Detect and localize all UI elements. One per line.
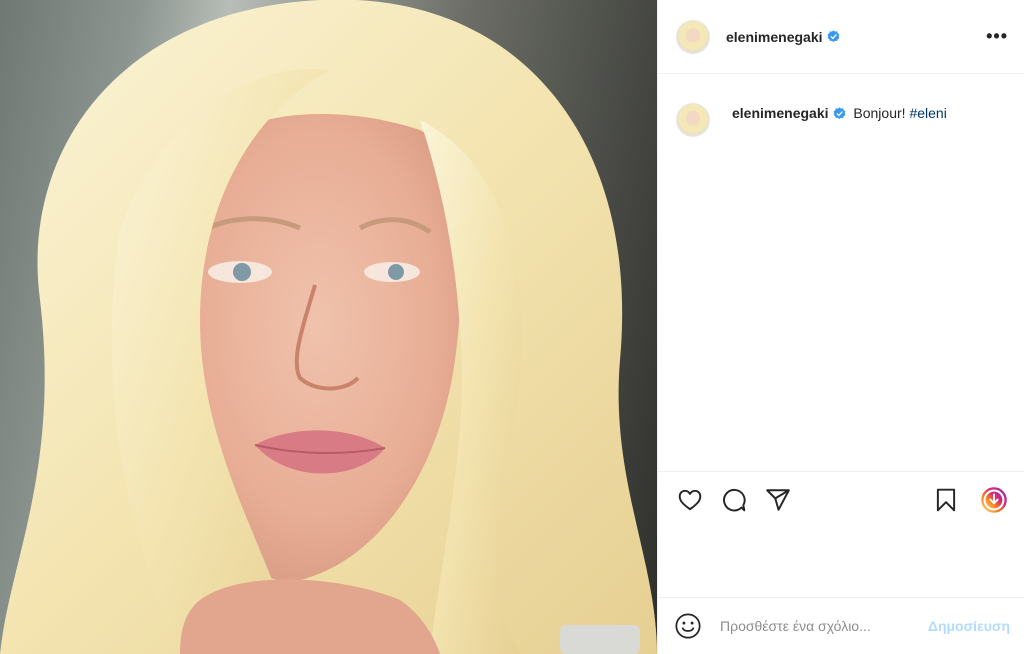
caption-avatar[interactable] xyxy=(676,103,710,137)
caption-body: Bonjour! xyxy=(853,105,906,121)
caption-text: elenimenegaki Bonjour! #eleni xyxy=(732,100,947,122)
caption-verified-badge-icon xyxy=(833,107,845,120)
post-header: elenimenegaki ••• xyxy=(658,0,1024,74)
hashtag-link[interactable]: #eleni xyxy=(909,105,946,121)
post-comment-button[interactable]: Δημοσίευση xyxy=(928,618,1010,634)
comment-button[interactable] xyxy=(718,484,750,516)
comment-input[interactable] xyxy=(720,618,910,634)
share-button[interactable] xyxy=(762,484,794,516)
verified-badge-icon xyxy=(827,30,839,43)
more-options-icon[interactable]: ••• xyxy=(986,26,1008,47)
post-caption: elenimenegaki Bonjour! #eleni xyxy=(658,74,1024,137)
like-button[interactable] xyxy=(674,484,706,516)
save-button[interactable] xyxy=(930,484,962,516)
post-side-panel: elenimenegaki ••• elenimenegaki Bonjour!… xyxy=(657,0,1024,654)
share-icon xyxy=(766,488,790,511)
emoji-icon[interactable] xyxy=(674,612,702,640)
avatar[interactable] xyxy=(676,19,710,54)
selfie-illustration xyxy=(0,0,657,654)
story-button[interactable] xyxy=(978,484,1010,516)
comment-icon xyxy=(723,488,746,511)
comment-bar: Δημοσίευση xyxy=(658,597,1024,654)
heart-icon xyxy=(678,489,702,510)
post-photo[interactable] xyxy=(0,0,657,654)
story-icon xyxy=(981,486,1007,513)
bookmark-icon xyxy=(936,488,956,511)
post-actions xyxy=(658,471,1024,527)
instagram-post: elenimenegaki ••• elenimenegaki Bonjour!… xyxy=(0,0,1024,654)
username-link[interactable]: elenimenegaki xyxy=(726,29,823,45)
caption-username-link[interactable]: elenimenegaki xyxy=(732,105,829,121)
